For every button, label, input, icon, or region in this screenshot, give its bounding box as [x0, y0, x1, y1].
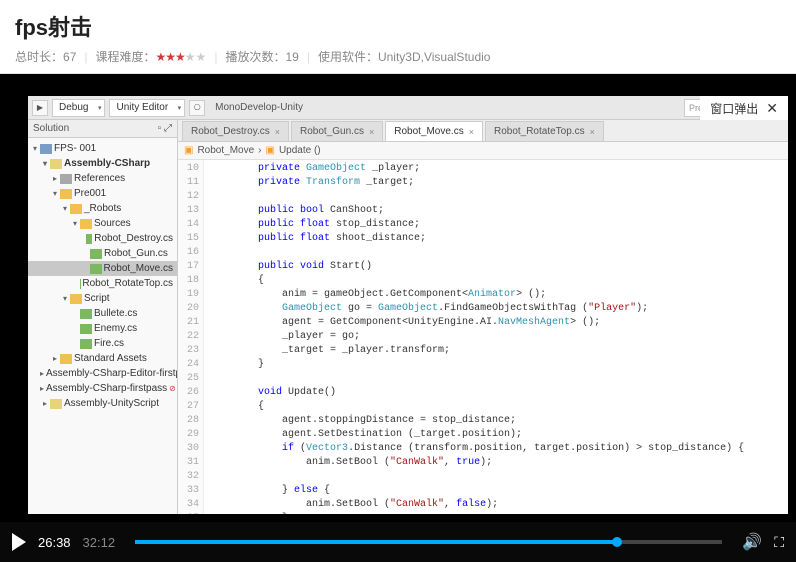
progress-thumb[interactable]: [612, 537, 622, 547]
line-gutter: 1011121314151617181920212223242526272829…: [178, 160, 204, 514]
tab-close-icon[interactable]: ×: [275, 127, 280, 137]
time-current: 26:38: [38, 535, 71, 550]
tree-node[interactable]: Robot_RotateTop.cs: [28, 276, 177, 291]
class-icon: ▣: [184, 145, 193, 156]
editor-tab[interactable]: Robot_Destroy.cs×: [182, 121, 289, 141]
tab-close-icon[interactable]: ×: [590, 127, 595, 137]
tree-node[interactable]: Robot_Destroy.cs: [28, 231, 177, 246]
tree-node[interactable]: ▸Standard Assets: [28, 351, 177, 366]
editor-tabs: Robot_Destroy.cs×Robot_Gun.cs×Robot_Move…: [178, 120, 788, 142]
course-title: fps射击: [15, 10, 781, 42]
solution-tree[interactable]: ▾FPS- 001▾Assembly-CSharp▸References▾Pre…: [28, 138, 177, 414]
solution-panel: Solution ▫ ⤢ ▾FPS- 001▾Assembly-CSharp▸R…: [28, 120, 178, 514]
difficulty-stars: ★★★: [156, 50, 185, 64]
tree-node[interactable]: ▾Pre001: [28, 186, 177, 201]
time-duration: 32:12: [83, 535, 116, 550]
tab-close-icon[interactable]: ×: [369, 127, 374, 137]
target-dropdown[interactable]: Unity Editor: [109, 99, 185, 117]
tree-node[interactable]: ▸Assembly-UnityScript: [28, 396, 177, 411]
breadcrumb[interactable]: ▣ Robot_Move › ▣ Update (): [178, 142, 788, 160]
course-header: fps射击 总时长：67 | 课程难度：★★★★★ | 播放次数：19 | 使用…: [0, 0, 796, 74]
method-icon: ▣: [266, 145, 275, 156]
code-editor: Robot_Destroy.cs×Robot_Gun.cs×Robot_Move…: [178, 120, 788, 514]
tree-node[interactable]: Enemy.cs: [28, 321, 177, 336]
tree-node[interactable]: ▾Sources: [28, 216, 177, 231]
tree-node[interactable]: ▸References: [28, 171, 177, 186]
video-controls: 26:38 32:12 🔊 ⛶: [0, 522, 796, 562]
play-button[interactable]: [12, 533, 26, 551]
editor-tab[interactable]: Robot_Move.cs×: [385, 121, 483, 141]
run-button[interactable]: ▶: [32, 100, 48, 116]
progress-bar[interactable]: [135, 540, 722, 544]
toolbar-button[interactable]: ⎔: [189, 100, 205, 116]
editor-tab[interactable]: Robot_RotateTop.cs×: [485, 121, 604, 141]
code-area[interactable]: 1011121314151617181920212223242526272829…: [178, 160, 788, 514]
tree-node[interactable]: ▾Script: [28, 291, 177, 306]
close-icon[interactable]: ✕: [766, 100, 778, 117]
tree-node[interactable]: ▸Assembly-CSharp-firstpass⊘: [28, 381, 177, 396]
tree-node[interactable]: ▾Assembly-CSharp: [28, 156, 177, 171]
course-meta: 总时长：67 | 课程难度：★★★★★ | 播放次数：19 | 使用软件：Uni…: [15, 48, 781, 65]
code-lines[interactable]: private GameObject _player; private Tran…: [204, 160, 788, 514]
attach-label: MonoDevelop-Unity: [209, 102, 309, 113]
tree-node[interactable]: ▾_Robots: [28, 201, 177, 216]
fullscreen-icon[interactable]: ⛶: [774, 534, 784, 551]
tree-node[interactable]: Fire.cs: [28, 336, 177, 351]
volume-icon[interactable]: 🔊: [742, 532, 762, 552]
ide-toolbar: ▶ Debug Unity Editor ⎔ MonoDevelop-Unity…: [28, 96, 788, 120]
tree-node[interactable]: Robot_Gun.cs: [28, 246, 177, 261]
tree-node[interactable]: ▾FPS- 001: [28, 141, 177, 156]
tab-close-icon[interactable]: ×: [469, 127, 474, 137]
popup-control[interactable]: 窗口弹出 ✕: [700, 96, 788, 120]
tree-node[interactable]: ▸Assembly-CSharp-Editor-firstpass: [28, 366, 177, 381]
ide-screenshot: ▶ Debug Unity Editor ⎔ MonoDevelop-Unity…: [28, 96, 788, 514]
video-player: 窗口弹出 ✕ ▶ Debug Unity Editor ⎔ MonoDevelo…: [0, 74, 796, 562]
editor-tab[interactable]: Robot_Gun.cs×: [291, 121, 383, 141]
solution-header: Solution ▫ ⤢: [28, 120, 177, 138]
tree-node[interactable]: Robot_Move.cs: [28, 261, 177, 276]
tree-node[interactable]: Bullete.cs: [28, 306, 177, 321]
config-dropdown[interactable]: Debug: [52, 99, 105, 117]
